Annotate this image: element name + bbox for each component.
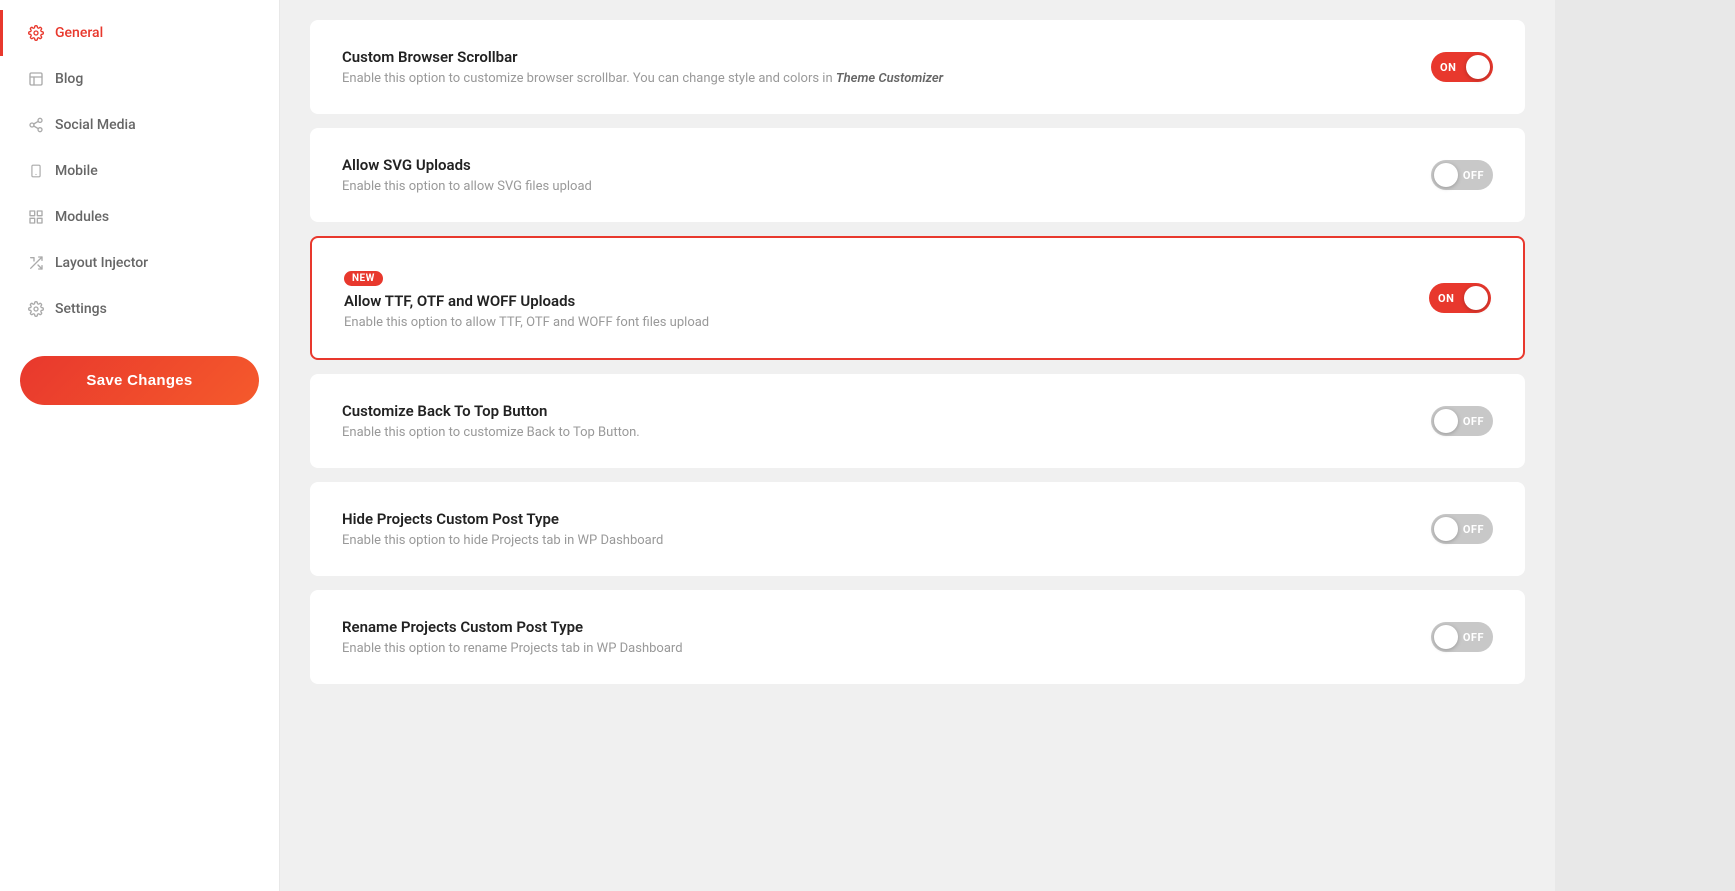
toggle-switch-hide-projects[interactable]: OFF — [1431, 514, 1493, 544]
sidebar-item-settings[interactable]: Settings — [0, 286, 279, 332]
toggle-label-on-1: ON — [1440, 61, 1456, 74]
setting-label-back-to-top: Customize Back To Top Button — [342, 402, 640, 420]
sidebar-item-settings-label: Settings — [55, 301, 107, 317]
toggle-switch-custom-browser-scrollbar[interactable]: ON — [1431, 52, 1493, 82]
setting-card-allow-svg: Allow SVG Uploads Enable this option to … — [310, 128, 1525, 222]
layout-icon — [27, 254, 45, 272]
sidebar-item-mobile[interactable]: Mobile — [0, 148, 279, 194]
toggle-label-off-2: OFF — [1463, 169, 1484, 182]
sidebar-item-social-media[interactable]: Social Media — [0, 102, 279, 148]
save-changes-button[interactable]: Save Changes — [20, 356, 259, 405]
setting-label-allow-ttf: Allow TTF, OTF and WOFF Uploads — [344, 292, 709, 310]
setting-info-allow-svg: Allow SVG Uploads Enable this option to … — [342, 156, 592, 194]
toggle-rename-projects[interactable]: OFF — [1431, 622, 1493, 652]
toggle-allow-svg[interactable]: OFF — [1431, 160, 1493, 190]
setting-info-back-to-top: Customize Back To Top Button Enable this… — [342, 402, 640, 440]
setting-card-allow-ttf-otf-woff: NEW Allow TTF, OTF and WOFF Uploads Enab… — [310, 236, 1525, 360]
toggle-back-to-top[interactable]: OFF — [1431, 406, 1493, 436]
toggle-label-off-4: OFF — [1463, 415, 1484, 428]
setting-label-custom-browser-scrollbar: Custom Browser Scrollbar — [342, 48, 943, 66]
setting-card-rename-projects: Rename Projects Custom Post Type Enable … — [310, 590, 1525, 684]
toggle-knob-3 — [1464, 286, 1488, 310]
setting-info-rename-projects: Rename Projects Custom Post Type Enable … — [342, 618, 683, 656]
setting-desc-hide-projects: Enable this option to hide Projects tab … — [342, 533, 663, 548]
sidebar-item-layout-label: Layout Injector — [55, 255, 148, 271]
toggle-label-off-6: OFF — [1463, 631, 1484, 644]
toggle-label-off-5: OFF — [1463, 523, 1484, 536]
setting-desc-allow-svg: Enable this option to allow SVG files up… — [342, 179, 592, 194]
sidebar-item-mobile-label: Mobile — [55, 163, 98, 179]
setting-card-hide-projects: Hide Projects Custom Post Type Enable th… — [310, 482, 1525, 576]
setting-card-custom-browser-scrollbar: Custom Browser Scrollbar Enable this opt… — [310, 20, 1525, 114]
social-icon — [27, 116, 45, 134]
toggle-switch-back-to-top[interactable]: OFF — [1431, 406, 1493, 436]
toggle-knob-6 — [1434, 625, 1458, 649]
toggle-switch-allow-svg[interactable]: OFF — [1431, 160, 1493, 190]
setting-desc-allow-ttf: Enable this option to allow TTF, OTF and… — [344, 315, 709, 330]
setting-desc-back-to-top: Enable this option to customize Back to … — [342, 425, 640, 440]
sidebar-item-general[interactable]: General — [0, 10, 279, 56]
toggle-custom-browser-scrollbar[interactable]: ON — [1431, 52, 1493, 82]
modules-icon — [27, 208, 45, 226]
setting-label-allow-svg: Allow SVG Uploads — [342, 156, 592, 174]
toggle-label-on-3: ON — [1438, 292, 1454, 305]
sidebar-item-blog[interactable]: Blog — [0, 56, 279, 102]
setting-card-back-to-top: Customize Back To Top Button Enable this… — [310, 374, 1525, 468]
sidebar-item-general-label: General — [55, 25, 103, 41]
setting-desc-custom-browser-scrollbar: Enable this option to customize browser … — [342, 71, 943, 86]
sidebar-item-modules-label: Modules — [55, 209, 109, 225]
setting-desc-rename-projects: Enable this option to rename Projects ta… — [342, 641, 683, 656]
setting-label-hide-projects: Hide Projects Custom Post Type — [342, 510, 663, 528]
toggle-hide-projects[interactable]: OFF — [1431, 514, 1493, 544]
sidebar-item-social-label: Social Media — [55, 117, 136, 133]
toggle-knob-4 — [1434, 409, 1458, 433]
setting-info-hide-projects: Hide Projects Custom Post Type Enable th… — [342, 510, 663, 548]
right-panel — [1555, 0, 1735, 891]
toggle-switch-allow-ttf[interactable]: ON — [1429, 283, 1491, 313]
toggle-switch-rename-projects[interactable]: OFF — [1431, 622, 1493, 652]
sidebar-item-blog-label: Blog — [55, 71, 83, 87]
blog-icon — [27, 70, 45, 88]
setting-label-rename-projects: Rename Projects Custom Post Type — [342, 618, 683, 636]
gear-icon — [27, 24, 45, 42]
setting-info-allow-ttf: NEW Allow TTF, OTF and WOFF Uploads Enab… — [344, 266, 709, 330]
toggle-knob-2 — [1434, 163, 1458, 187]
settings-icon — [27, 300, 45, 318]
sidebar-item-modules[interactable]: Modules — [0, 194, 279, 240]
main-content: Custom Browser Scrollbar Enable this opt… — [280, 0, 1555, 891]
sidebar-item-layout-injector[interactable]: Layout Injector — [0, 240, 279, 286]
new-badge: NEW — [344, 271, 383, 286]
toggle-knob-5 — [1434, 517, 1458, 541]
toggle-allow-ttf[interactable]: ON — [1429, 283, 1491, 313]
mobile-icon — [27, 162, 45, 180]
setting-info-custom-browser-scrollbar: Custom Browser Scrollbar Enable this opt… — [342, 48, 943, 86]
toggle-knob-1 — [1466, 55, 1490, 79]
sidebar: General Blog Social Media Mobile — [0, 0, 280, 891]
